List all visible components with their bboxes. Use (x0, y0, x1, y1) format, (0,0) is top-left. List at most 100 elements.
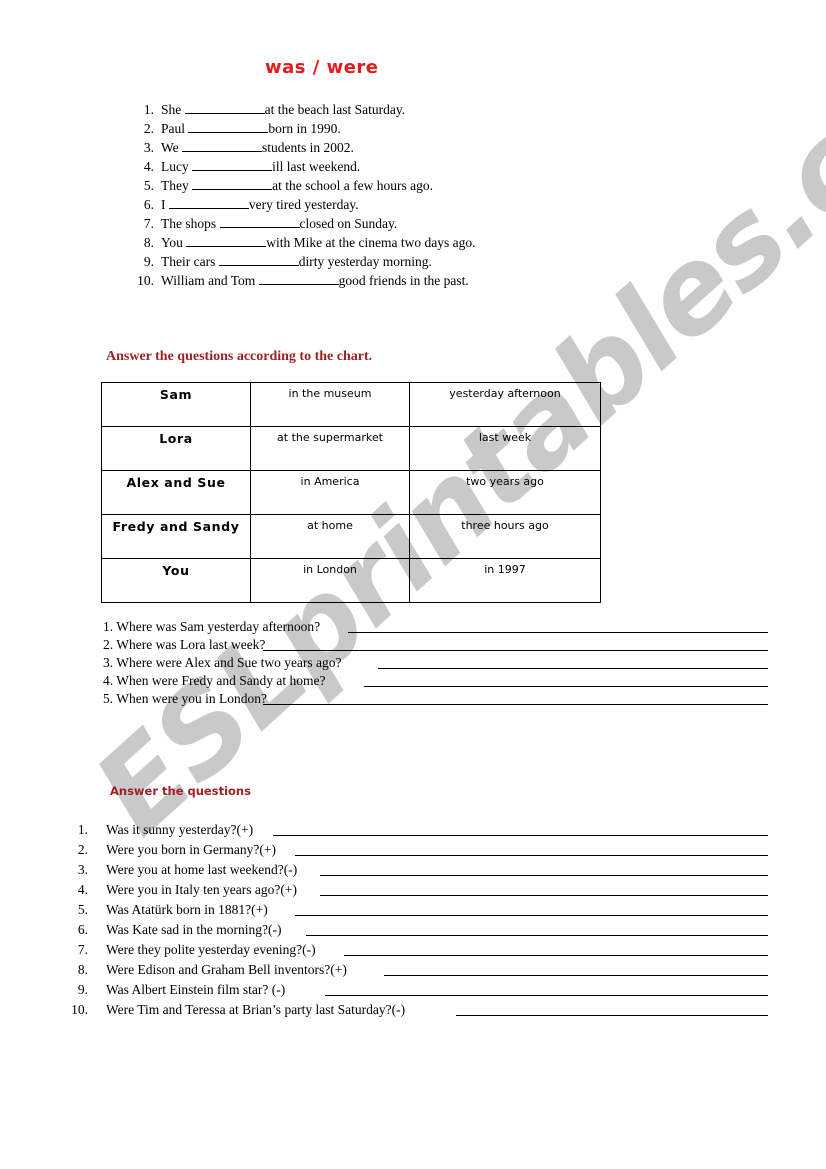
answer-rule[interactable] (273, 834, 768, 836)
answer-rule[interactable] (364, 685, 768, 687)
chart-question-item: 2. Where was Lora last week? (103, 636, 768, 654)
chart-cell-time: yesterday afternoon (409, 382, 601, 427)
gapfill-item-suffix: dirty yesterday morning. (298, 254, 432, 269)
answer-question-text: Was Kate sad in the morning?(-) (106, 922, 282, 937)
gapfill-item-number: 7. (143, 216, 154, 231)
gapfill-item-number: 5. (143, 178, 154, 193)
chart-question-text: 1. Where was Sam yesterday afternoon? (103, 619, 321, 634)
gapfill-item: 5. They at the school a few hours ago. (128, 176, 588, 195)
gapfill-item: 6. I very tired yesterday. (128, 195, 588, 214)
gapfill-blank[interactable] (258, 271, 339, 285)
chart-cell-time: two years ago (409, 470, 601, 515)
answer-question-item: 3. Were you at home last weekend?(-) (62, 860, 768, 880)
chart-cell-place: at the supermarket (250, 426, 410, 471)
gapfill-blank[interactable] (218, 252, 299, 266)
gapfill-item-prefix: We (161, 140, 179, 155)
answer-rule[interactable] (456, 1014, 768, 1016)
answer-question-item: 1. Was it sunny yesterday?(+) (62, 820, 768, 840)
page-title: was / were (265, 57, 379, 78)
answer-question-number: 4. (77, 882, 88, 897)
answer-rule[interactable] (320, 874, 768, 876)
chart-question-text: 2. Where was Lora last week? (103, 637, 266, 652)
chart-cell-time: three hours ago (409, 514, 601, 559)
chart-cell-place: in America (250, 470, 410, 515)
answer-rule[interactable] (325, 994, 768, 996)
answer-question-item: 7. Were they polite yesterday evening?(-) (62, 940, 768, 960)
table-row: Alex and Sue in America two years ago (101, 470, 601, 515)
gapfill-blank[interactable] (188, 119, 269, 133)
answer-question-text: Was Atatürk born in 1881?(+) (106, 902, 268, 917)
gapfill-item: 4. Lucy ill last weekend. (128, 157, 588, 176)
worksheet-page: ESLprintables.com was / were 1. She at th… (0, 0, 826, 1169)
chart-question-item: 4. When were Fredy and Sandy at home? (103, 672, 768, 690)
chart-question-item: 5. When were you in London? (103, 690, 768, 708)
gapfill-item-suffix: born in 1990. (268, 121, 341, 136)
gapfill-blank[interactable] (186, 233, 267, 247)
answer-question-text: Were you at home last weekend?(-) (106, 862, 298, 877)
gapfill-item-suffix: at the school a few hours ago. (272, 178, 433, 193)
answer-rule[interactable] (306, 934, 768, 936)
gapfill-item-number: 6. (143, 197, 154, 212)
chart-cell-place: at home (250, 514, 410, 559)
gapfill-item-number: 4. (143, 159, 154, 174)
gapfill-item-number: 3. (143, 140, 154, 155)
gapfill-blank[interactable] (219, 214, 300, 228)
chart-question-text: 3. Where were Alex and Sue two years ago… (103, 655, 342, 670)
answer-rule[interactable] (320, 894, 768, 896)
answer-question-item: 8. Were Edison and Graham Bell inventors?… (62, 960, 768, 980)
chart-question-item: 1. Where was Sam yesterday afternoon? (103, 618, 768, 636)
chart-cell-who: Sam (101, 382, 251, 427)
chart-question-item: 3. Where were Alex and Sue two years ago… (103, 654, 768, 672)
gapfill-item: 3. We students in 2002. (128, 138, 588, 157)
chart-cell-who: Alex and Sue (101, 470, 251, 515)
answer-rule[interactable] (348, 631, 768, 633)
chart-cell-place: in the museum (250, 382, 410, 427)
answer-rule[interactable] (263, 703, 768, 705)
table-row: Sam in the museum yesterday afternoon (101, 382, 601, 427)
answer-question-number: 9. (77, 982, 88, 997)
gapfill-item: 1. She at the beach last Saturday. (128, 100, 588, 119)
gapfill-item-suffix: very tired yesterday. (248, 197, 359, 212)
gapfill-blank[interactable] (192, 176, 273, 190)
answer-question-number: 5. (77, 902, 88, 917)
gapfill-item-prefix: William and Tom (161, 273, 256, 288)
answer-rule[interactable] (378, 667, 768, 669)
gapfill-list: 1. She at the beach last Saturday. 2. Paul … (128, 100, 588, 290)
gapfill-item-prefix: She (161, 102, 182, 117)
answer-question-number: 2. (77, 842, 88, 857)
gapfill-item-number: 8. (143, 235, 154, 250)
answer-rule[interactable] (263, 649, 768, 651)
gapfill-blank[interactable] (168, 195, 249, 209)
gapfill-item-suffix: good friends in the past. (338, 273, 469, 288)
chart-cell-place: in London (250, 558, 410, 603)
gapfill-item-prefix: You (161, 235, 183, 250)
answer-rule[interactable] (295, 914, 768, 916)
answer-rule[interactable] (384, 974, 768, 976)
chart-question-text: 5. When were you in London? (103, 691, 267, 706)
gapfill-item-prefix: Their cars (161, 254, 216, 269)
answer-question-text: Were you in Italy ten years ago?(+) (106, 882, 297, 897)
gapfill-blank[interactable] (192, 157, 273, 171)
gapfill-item-number: 9. (143, 254, 154, 269)
table-row: Lora at the supermarket last week (101, 426, 601, 471)
answer-question-text: Were you born in Germany?(+) (106, 842, 276, 857)
chart-cell-time: last week (409, 426, 601, 471)
gapfill-item-prefix: The shops (161, 216, 217, 231)
gapfill-item-suffix: at the beach last Saturday. (264, 102, 406, 117)
gapfill-item-prefix: Paul (161, 121, 186, 136)
gapfill-blank[interactable] (184, 100, 265, 114)
gapfill-item-prefix: I (161, 197, 166, 212)
answer-rule[interactable] (344, 954, 768, 956)
answer-question-item: 4. Were you in Italy ten years ago?(+) (62, 880, 768, 900)
gapfill-item: 7. The shops closed on Sunday. (128, 214, 588, 233)
gapfill-item-number: 2. (143, 121, 154, 136)
chart-question-text: 4. When were Fredy and Sandy at home? (103, 673, 326, 688)
gapfill-item-prefix: They (161, 178, 189, 193)
answer-question-text: Was Albert Einstein film star? (-) (106, 982, 286, 997)
gapfill-blank[interactable] (182, 138, 263, 152)
answer-rule[interactable] (295, 854, 768, 856)
gapfill-item-suffix: students in 2002. (262, 140, 354, 155)
answer-question-text: Were Tim and Teressa at Brian’s party la… (106, 1002, 406, 1017)
gapfill-item-suffix: ill last weekend. (272, 159, 361, 174)
chart-cell-who: Fredy and Sandy (101, 514, 251, 559)
